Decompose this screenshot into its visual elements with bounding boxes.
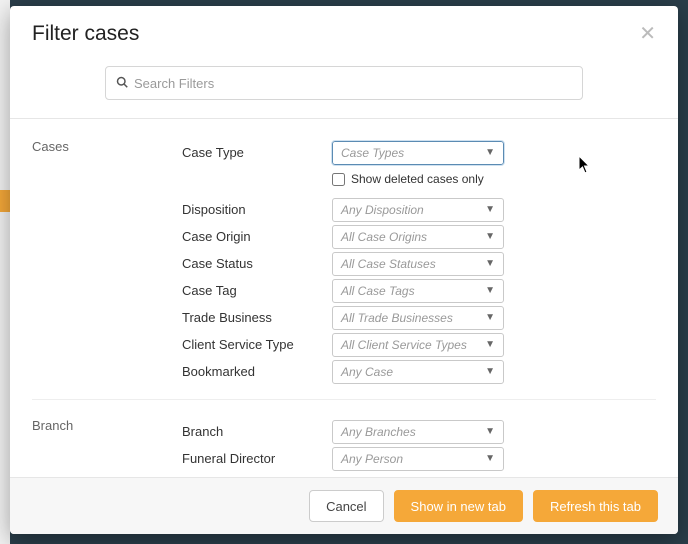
client-service-type-select[interactable]: All Client Service Types ▼ [332,333,504,357]
case-tag-placeholder: All Case Tags [341,284,415,298]
field-show-deleted: Show deleted cases only [182,166,656,196]
client-service-type-placeholder: All Client Service Types [341,338,467,352]
refresh-this-tab-button[interactable]: Refresh this tab [533,490,658,522]
chevron-down-icon: ▼ [485,366,495,377]
field-bookmarked: Bookmarked Any Case ▼ [182,358,656,385]
section-cases: Cases Case Type Case Types ▼ Show delete… [32,139,656,399]
funeral-director-placeholder: Any Person [341,452,403,466]
chevron-down-icon: ▼ [485,339,495,350]
field-case-tag: Case Tag All Case Tags ▼ [182,277,656,304]
section-cases-title: Cases [32,139,182,385]
case-type-label: Case Type [182,145,332,160]
search-icon [116,76,128,91]
trade-business-select[interactable]: All Trade Businesses ▼ [332,306,504,330]
search-bar-container [10,60,678,119]
modal-title: Filter cases [32,22,139,46]
field-branch: Branch Any Branches ▼ [182,418,656,445]
chevron-down-icon: ▼ [485,285,495,296]
show-deleted-label: Show deleted cases only [351,172,484,186]
close-icon[interactable]: ✕ [639,24,656,44]
funeral-director-select[interactable]: Any Person ▼ [332,447,504,471]
field-case-status: Case Status All Case Statuses ▼ [182,250,656,277]
field-case-type: Case Type Case Types ▼ [182,139,656,166]
trade-business-placeholder: All Trade Businesses [341,311,453,325]
branch-label: Branch [182,424,332,439]
case-type-placeholder: Case Types [341,146,404,160]
chevron-down-icon: ▼ [485,231,495,242]
chevron-down-icon: ▼ [485,453,495,464]
branch-select[interactable]: Any Branches ▼ [332,420,504,444]
filter-cases-modal: Filter cases ✕ Cases Case Type Case Type… [10,6,678,534]
chevron-down-icon: ▼ [485,426,495,437]
case-tag-label: Case Tag [182,283,332,298]
disposition-placeholder: Any Disposition [341,203,424,217]
bookmarked-select[interactable]: Any Case ▼ [332,360,504,384]
field-disposition: Disposition Any Disposition ▼ [182,196,656,223]
modal-body: Cases Case Type Case Types ▼ Show delete… [10,119,678,477]
client-service-type-label: Client Service Type [182,337,332,352]
funeral-director-label: Funeral Director [182,451,332,466]
bookmarked-label: Bookmarked [182,364,332,379]
chevron-down-icon: ▼ [485,258,495,269]
section-branch: Branch Branch Any Branches ▼ Funeral Dir… [32,399,656,477]
case-status-label: Case Status [182,256,332,271]
case-origin-label: Case Origin [182,229,332,244]
show-deleted-checkbox[interactable] [332,173,345,186]
branch-placeholder: Any Branches [341,425,416,439]
show-deleted-checkbox-row[interactable]: Show deleted cases only [332,172,504,186]
case-origin-select[interactable]: All Case Origins ▼ [332,225,504,249]
field-client-service-type: Client Service Type All Client Service T… [182,331,656,358]
modal-header: Filter cases ✕ [10,6,678,60]
chevron-down-icon: ▼ [485,147,495,158]
case-status-placeholder: All Case Statuses [341,257,436,271]
case-origin-placeholder: All Case Origins [341,230,427,244]
chevron-down-icon: ▼ [485,312,495,323]
show-in-new-tab-button[interactable]: Show in new tab [394,490,523,522]
chevron-down-icon: ▼ [485,204,495,215]
field-funeral-director: Funeral Director Any Person ▼ [182,445,656,472]
search-filters-input[interactable] [134,76,572,91]
cancel-button[interactable]: Cancel [309,490,383,522]
bookmarked-placeholder: Any Case [341,365,393,379]
search-filters-input-wrap[interactable] [105,66,583,100]
disposition-select[interactable]: Any Disposition ▼ [332,198,504,222]
case-tag-select[interactable]: All Case Tags ▼ [332,279,504,303]
case-type-select[interactable]: Case Types ▼ [332,141,504,165]
trade-business-label: Trade Business [182,310,332,325]
section-branch-title: Branch [32,418,182,472]
field-case-origin: Case Origin All Case Origins ▼ [182,223,656,250]
disposition-label: Disposition [182,202,332,217]
field-trade-business: Trade Business All Trade Businesses ▼ [182,304,656,331]
case-status-select[interactable]: All Case Statuses ▼ [332,252,504,276]
modal-footer: Cancel Show in new tab Refresh this tab [10,477,678,534]
